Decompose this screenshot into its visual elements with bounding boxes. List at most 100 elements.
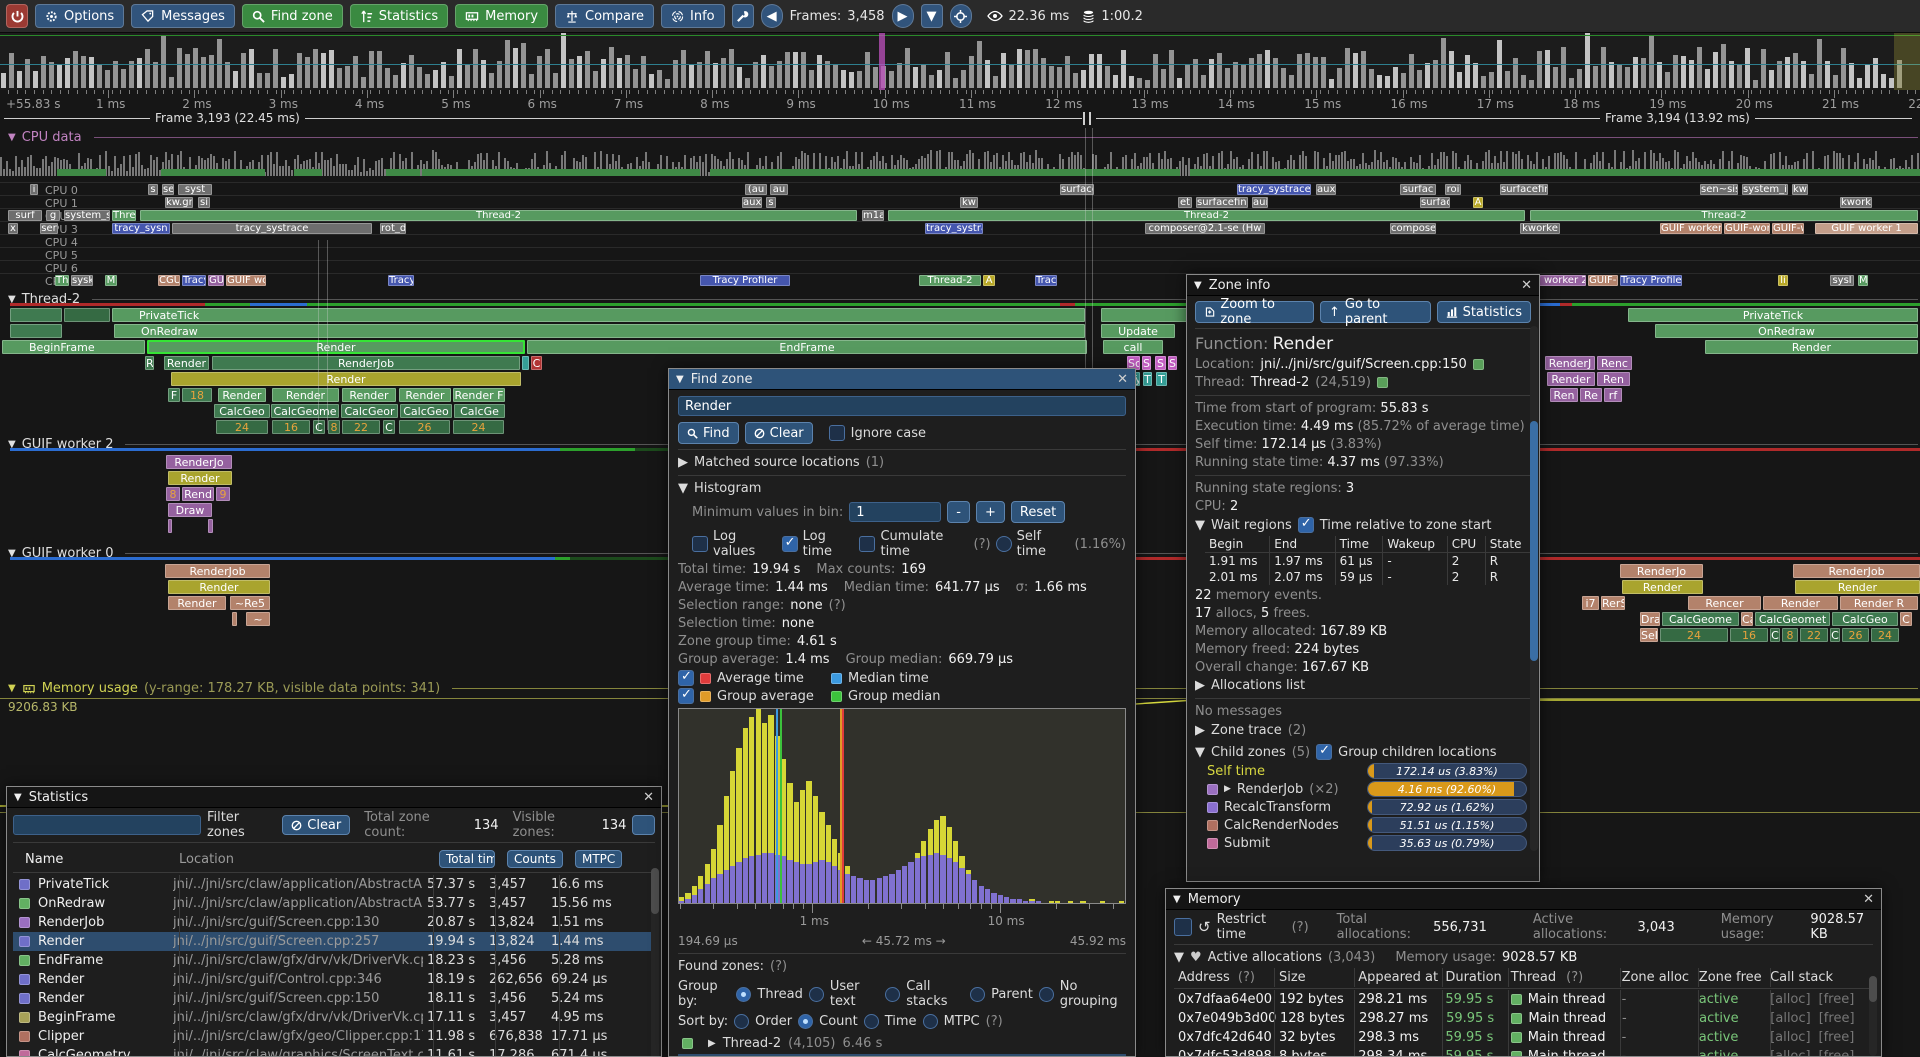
child-zone-row[interactable]: Submit35.63 us (0.79%): [1195, 834, 1531, 852]
mem-col-header[interactable]: Size: [1273, 970, 1352, 985]
filter-zones-input[interactable]: [13, 815, 201, 835]
group-by-radio[interactable]: [736, 987, 751, 1002]
find-zone-titlebar[interactable]: ▼ Find zone ✕: [669, 369, 1135, 390]
min-bin-input[interactable]: 1: [849, 502, 941, 522]
alloc-callstack-link[interactable]: [alloc]: [1770, 992, 1810, 1007]
col-total-time[interactable]: Total time: [439, 850, 495, 868]
wait-col-header[interactable]: State: [1485, 536, 1531, 553]
group-by-radio[interactable]: [1039, 987, 1054, 1002]
log-time-checkbox[interactable]: [782, 536, 798, 552]
show-average-checkbox[interactable]: [678, 670, 694, 686]
matched-source-locations[interactable]: ▶ Matched source locations (1): [678, 455, 1126, 470]
clipped-button[interactable]: [632, 815, 655, 835]
wait-col-header[interactable]: End: [1270, 536, 1335, 553]
mem-col-header[interactable]: Thread (?): [1505, 970, 1616, 985]
statistics-titlebar[interactable]: ▼ Statistics ✕: [7, 787, 661, 808]
sort-by-radio[interactable]: [798, 1014, 813, 1029]
memory-titlebar[interactable]: ▼ Memory ✕: [1166, 889, 1881, 910]
col-counts[interactable]: Counts: [507, 850, 563, 868]
close-icon[interactable]: ✕: [1863, 892, 1874, 907]
mem-col-header[interactable]: Call stack: [1764, 970, 1873, 985]
sort-by-radio[interactable]: [864, 1014, 879, 1029]
go-to-parent-button[interactable]: ↑ Go to parent: [1320, 301, 1431, 323]
alloc-callstack-link[interactable]: [alloc]: [1770, 1049, 1810, 1057]
close-icon[interactable]: ✕: [643, 790, 654, 805]
zoom-to-zone-button[interactable]: Zoom to zone: [1195, 301, 1314, 323]
wait-col-header[interactable]: Wakeup: [1383, 536, 1447, 553]
group-children-checkbox[interactable]: [1316, 744, 1332, 760]
zone-location[interactable]: jni/../jni/src/guif/Screen.cpp:150: [1260, 357, 1466, 372]
col-name[interactable]: Name: [13, 852, 173, 867]
mem-col-header[interactable]: Zone alloc: [1616, 970, 1693, 985]
zone-info-titlebar[interactable]: ▼ Zone info ✕: [1187, 275, 1539, 296]
group-by-radio[interactable]: [809, 987, 824, 1002]
statistics-scrollbar[interactable]: [651, 868, 659, 1057]
allocations-list-toggle[interactable]: ▶Allocations list: [1195, 678, 1531, 693]
zone-info-scrollbar[interactable]: [1530, 326, 1538, 851]
mem-col-header[interactable]: Appeared at: [1352, 970, 1439, 985]
statistics-row[interactable]: Renderjni/../jni/src/guif/Screen.cpp:150…: [13, 989, 655, 1008]
free-callstack-link[interactable]: [free]: [1819, 1011, 1855, 1026]
ignore-case-checkbox[interactable]: [829, 425, 845, 441]
self-time-checkbox[interactable]: [996, 536, 1012, 552]
sort-by-radio[interactable]: [923, 1014, 938, 1029]
allocation-row[interactable]: 0x7e049b3d00128 bytes298.27 ms59.95 sMai…: [1174, 1009, 1873, 1028]
clear-filter-button[interactable]: Clear: [282, 815, 350, 835]
zone-time-histogram[interactable]: [678, 708, 1126, 904]
group-by-radio[interactable]: [885, 987, 900, 1002]
free-callstack-link[interactable]: [free]: [1819, 1030, 1855, 1045]
log-values-checkbox[interactable]: [692, 536, 708, 552]
statistics-row[interactable]: Renderjni/../jni/src/guif/Screen.cpp:257…: [13, 932, 655, 951]
wait-col-header[interactable]: Begin: [1205, 536, 1270, 553]
active-allocations-toggle[interactable]: ▼ ♥ Active allocations (3,043) Memory us…: [1174, 950, 1873, 965]
allocation-row[interactable]: 0x7dfc53d8988 bytes298.34 ms59.95 sMain …: [1174, 1047, 1873, 1057]
child-zone-row[interactable]: ▶RenderJob(×2)4.16 ms (92.60%): [1195, 780, 1531, 798]
wait-col-header[interactable]: CPU: [1447, 536, 1485, 553]
statistics-row[interactable]: Renderjni/../jni/src/guif/Control.cpp:34…: [13, 970, 655, 989]
relative-time-checkbox[interactable]: [1298, 517, 1314, 533]
show-group-checkbox[interactable]: [678, 688, 694, 704]
wait-col-header[interactable]: Time: [1335, 536, 1383, 553]
close-icon[interactable]: ✕: [1117, 372, 1128, 387]
mem-col-header[interactable]: Duration: [1439, 970, 1504, 985]
sort-by-radio[interactable]: [734, 1014, 749, 1029]
reset-button[interactable]: Reset: [1011, 501, 1065, 523]
free-callstack-link[interactable]: [free]: [1819, 992, 1855, 1007]
close-icon[interactable]: ✕: [1521, 278, 1532, 293]
child-zones-toggle[interactable]: ▼Child zones(5) Group children locations: [1195, 744, 1531, 760]
statistics-row[interactable]: BeginFramejni/../jni/src/claw/gfx/drv/vk…: [13, 1008, 655, 1027]
mem-col-header[interactable]: Address (?): [1174, 970, 1273, 985]
mem-col-header[interactable]: Zone free: [1693, 970, 1764, 985]
find-zone-query-input[interactable]: Render: [678, 396, 1126, 416]
col-mtpc[interactable]: MTPC: [575, 850, 622, 868]
minus-button[interactable]: -: [947, 501, 970, 523]
free-callstack-link[interactable]: [free]: [1819, 1049, 1855, 1057]
col-location[interactable]: Location: [179, 852, 429, 867]
statistics-row[interactable]: CalcGeometryjni/../jni/src/claw/graphics…: [13, 1046, 655, 1057]
statistics-row[interactable]: PrivateTickjni/../jni/src/claw/applicati…: [13, 875, 655, 894]
find-button[interactable]: Find: [678, 422, 739, 444]
histogram-section-toggle[interactable]: ▼ Histogram: [678, 481, 1126, 496]
found-zone-group-row[interactable]: ▶Thread-2(4,105)6.46 s: [678, 1033, 1126, 1054]
axis-max-label: 45.92 ms: [1070, 934, 1126, 948]
zone-statistics-button[interactable]: Statistics: [1437, 301, 1531, 323]
alloc-callstack-link[interactable]: [alloc]: [1770, 1011, 1810, 1026]
child-zone-row[interactable]: RecalcTransform72.92 us (1.62%): [1195, 798, 1531, 816]
statistics-row[interactable]: EndFramejni/../jni/src/claw/gfx/drv/vk/D…: [13, 951, 655, 970]
zone-trace-toggle[interactable]: ▶Zone trace(2): [1195, 723, 1531, 738]
child-zone-row[interactable]: CalcRenderNodes51.51 us (1.15%): [1195, 816, 1531, 834]
alloc-callstack-link[interactable]: [alloc]: [1770, 1030, 1810, 1045]
child-zone-row[interactable]: Self time172.14 us (3.83%): [1195, 762, 1531, 780]
statistics-row[interactable]: RenderJobjni/../jni/src/guif/Screen.cpp:…: [13, 913, 655, 932]
restrict-time-checkbox[interactable]: [1174, 918, 1192, 936]
statistics-row[interactable]: Clipperjni/../jni/src/claw/gfx/geo/Clipp…: [13, 1027, 655, 1046]
memory-scrollbar[interactable]: [1869, 976, 1877, 1056]
plus-button[interactable]: +: [976, 501, 1005, 523]
clear-button[interactable]: Clear: [745, 422, 813, 444]
allocation-row[interactable]: 0x7dfaa64e00192 bytes298.21 ms59.95 sMai…: [1174, 990, 1873, 1009]
cumulate-time-checkbox[interactable]: [859, 536, 875, 552]
statistics-row[interactable]: OnRedrawjni/../jni/src/claw/application/…: [13, 894, 655, 913]
group-by-radio[interactable]: [970, 987, 985, 1002]
allocation-row[interactable]: 0x7dfc42d64032 bytes298.3 ms59.95 sMain …: [1174, 1028, 1873, 1047]
wait-regions-toggle[interactable]: ▼Wait regions Time relative to zone star…: [1195, 517, 1531, 533]
